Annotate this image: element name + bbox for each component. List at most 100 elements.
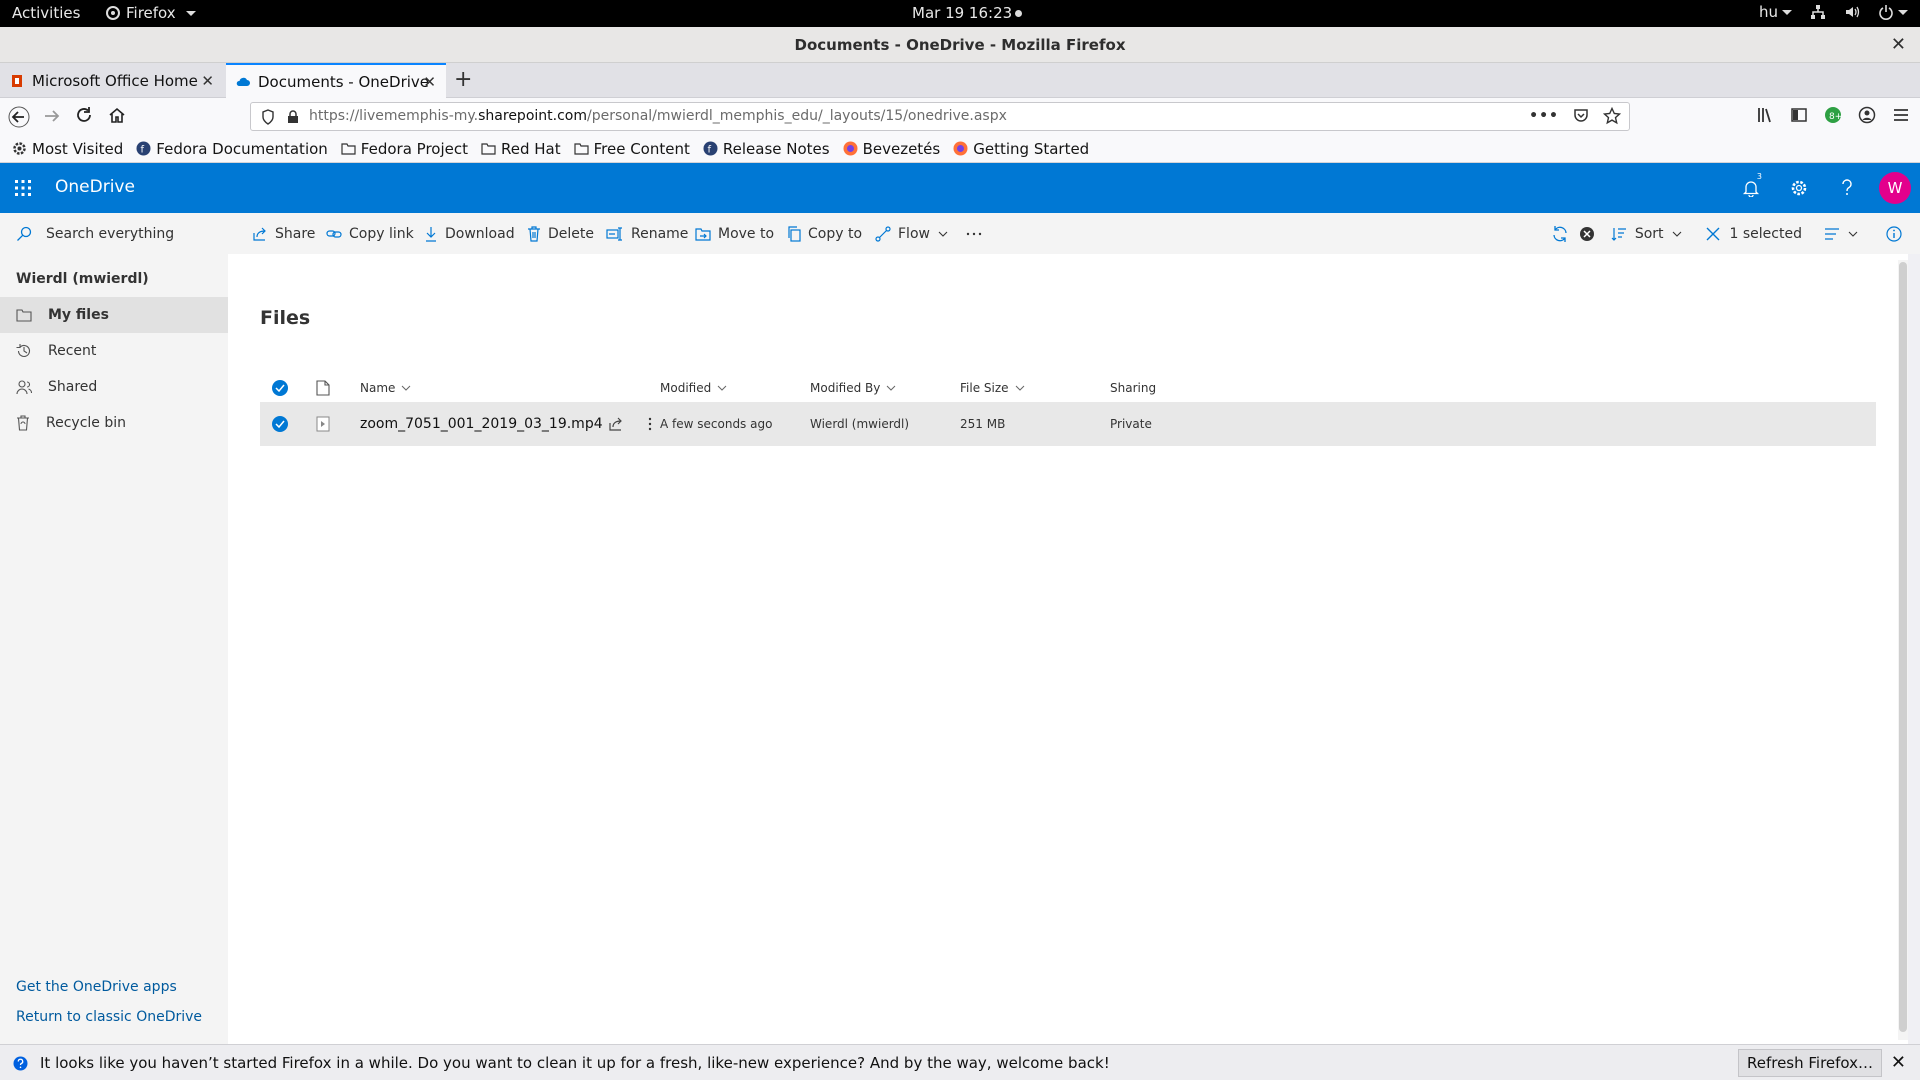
clock-text: Mar 19 16:23	[912, 4, 1013, 22]
share-icon	[253, 227, 266, 241]
table-row[interactable]: zoom_7051_001_2019_03_19.mp4 A few secon…	[260, 402, 1876, 446]
chevron-down-icon	[1015, 385, 1024, 391]
vertical-scrollbar[interactable]	[1898, 260, 1908, 1040]
error-icon[interactable]	[1579, 226, 1595, 242]
view-options-button[interactable]	[1824, 227, 1858, 241]
file-name-link[interactable]: zoom_7051_001_2019_03_19.mp4	[360, 416, 603, 432]
library-icon[interactable]	[1756, 106, 1774, 124]
bookmark-fedora-documentation[interactable]: f Fedora Documentation	[136, 140, 328, 158]
new-tab-button[interactable]: +	[454, 67, 472, 92]
bookmark-release-notes[interactable]: f Release Notes	[703, 140, 830, 158]
bookmark-label: Free Content	[593, 139, 690, 158]
delete-button[interactable]: Delete	[527, 213, 594, 254]
hamburger-menu-icon[interactable]	[1892, 106, 1910, 124]
command-bar: Search everything Share Copy link Downlo…	[0, 213, 1920, 254]
search-input[interactable]: Search everything	[0, 213, 228, 254]
notification-close-button[interactable]: ✕	[1891, 1052, 1906, 1073]
bookmark-most-visited[interactable]: Most Visited	[12, 140, 123, 158]
file-name-cell[interactable]: zoom_7051_001_2019_03_19.mp4	[360, 402, 603, 446]
return-to-classic-link[interactable]: Return to classic OneDrive	[16, 1009, 202, 1025]
language-label: hu	[1758, 3, 1778, 21]
tab-documents-onedrive[interactable]: Documents - OneDrive ✕	[226, 63, 446, 98]
onedrive-brand[interactable]: OneDrive	[55, 177, 135, 197]
firefox-icon	[843, 141, 858, 156]
refresh-firefox-button[interactable]: Refresh Firefox…	[1738, 1049, 1882, 1077]
window-title: Documents - OneDrive - Mozilla Firefox	[794, 36, 1126, 54]
system-top-bar: Activities Firefox Mar 19 16:23 hu	[0, 0, 1920, 27]
sidebar-icon[interactable]	[1790, 106, 1808, 124]
reload-button[interactable]	[75, 106, 97, 128]
more-commands-button[interactable]	[966, 213, 989, 254]
app-menu[interactable]: Firefox	[106, 4, 196, 22]
tab-microsoft-office-home[interactable]: Microsoft Office Home ✕	[0, 63, 224, 98]
share-button[interactable]: Share	[252, 213, 315, 254]
clock[interactable]: Mar 19 16:23	[912, 4, 1023, 22]
power-menu[interactable]	[1878, 4, 1908, 20]
url-bar[interactable]: https://livememphis-my.sharepoint.com/pe…	[250, 102, 1630, 131]
file-size-cell: 251 MB	[960, 402, 1005, 446]
language-indicator[interactable]: hu	[1759, 3, 1792, 21]
help-button[interactable]	[1823, 163, 1871, 213]
flow-button[interactable]: Flow	[875, 213, 955, 254]
star-icon[interactable]	[1603, 107, 1621, 125]
notifications-button[interactable]: 3	[1727, 163, 1775, 213]
bookmark-label: Release Notes	[722, 139, 830, 158]
sidebar-item-shared[interactable]: Shared	[0, 369, 228, 405]
notification-dot-icon	[1015, 10, 1023, 17]
clear-selection-button[interactable]: 1 selected	[1706, 226, 1802, 242]
people-icon	[16, 380, 32, 395]
settings-button[interactable]	[1775, 163, 1823, 213]
folder-icon	[16, 309, 32, 322]
bookmark-fedora-project[interactable]: Fedora Project	[341, 140, 468, 158]
window-close-button[interactable]: ✕	[1891, 27, 1906, 63]
account-icon[interactable]	[1858, 106, 1876, 124]
chevron-down-icon	[1848, 231, 1858, 237]
bookmark-red-hat[interactable]: Red Hat	[481, 140, 561, 158]
folder-icon	[574, 143, 589, 155]
more-actions-button[interactable]	[648, 402, 652, 446]
home-button[interactable]	[108, 106, 130, 128]
info-icon[interactable]	[1886, 225, 1902, 242]
sidebar-item-label: My files	[48, 307, 109, 323]
bookmark-bevezetes[interactable]: Bevezetés	[843, 140, 940, 158]
sidebar-item-my-files[interactable]: My files	[0, 297, 228, 333]
download-button[interactable]: Download	[424, 213, 515, 254]
chevron-down-icon	[938, 231, 948, 237]
rename-button[interactable]: Rename	[606, 213, 688, 254]
sidebar-item-label: Recent	[48, 343, 97, 359]
onedrive-header: OneDrive 3 W	[0, 163, 1920, 213]
gear-icon	[1791, 180, 1807, 196]
tab-close-button[interactable]: ✕	[423, 73, 436, 91]
extension-icon[interactable]: 8+	[1824, 106, 1842, 124]
app-launcher-icon[interactable]	[14, 179, 32, 197]
move-to-button[interactable]: Move to	[695, 213, 774, 254]
bookmark-getting-started[interactable]: Getting Started	[953, 140, 1089, 158]
sync-icon[interactable]	[1551, 225, 1569, 243]
fedora-icon: f	[703, 141, 718, 156]
video-file-icon	[316, 402, 330, 446]
copy-link-button[interactable]: Copy link	[326, 213, 414, 254]
user-name: Wierdl (mwierdl)	[16, 271, 149, 287]
firefox-notification-bar: It looks like you haven’t started Firefo…	[0, 1044, 1920, 1080]
back-button[interactable]	[8, 106, 30, 128]
refresh-firefox-label: Refresh Firefox…	[1746, 1054, 1874, 1072]
sort-button[interactable]: Sort	[1611, 226, 1682, 242]
page-title: Files	[260, 307, 311, 329]
bookmark-free-content[interactable]: Free Content	[574, 140, 690, 158]
scrollbar-thumb[interactable]	[1899, 262, 1907, 1032]
volume-icon[interactable]	[1844, 4, 1860, 20]
forward-button[interactable]	[42, 106, 64, 128]
get-onedrive-apps-link[interactable]: Get the OneDrive apps	[16, 979, 177, 995]
sidebar-item-recycle-bin[interactable]: Recycle bin	[0, 405, 228, 441]
activities-button[interactable]: Activities	[12, 4, 80, 22]
tab-close-button[interactable]: ✕	[201, 72, 214, 90]
copy-to-button[interactable]: Copy to	[787, 213, 862, 254]
pocket-icon[interactable]	[1573, 107, 1589, 125]
network-icon[interactable]	[1810, 4, 1826, 20]
avatar[interactable]: W	[1879, 172, 1911, 204]
row-checkbox[interactable]	[272, 402, 288, 446]
sidebar-item-recent[interactable]: Recent	[0, 333, 228, 369]
download-icon	[426, 226, 436, 242]
share-file-button[interactable]	[608, 402, 624, 446]
page-actions-button[interactable]: •••	[1529, 107, 1559, 125]
